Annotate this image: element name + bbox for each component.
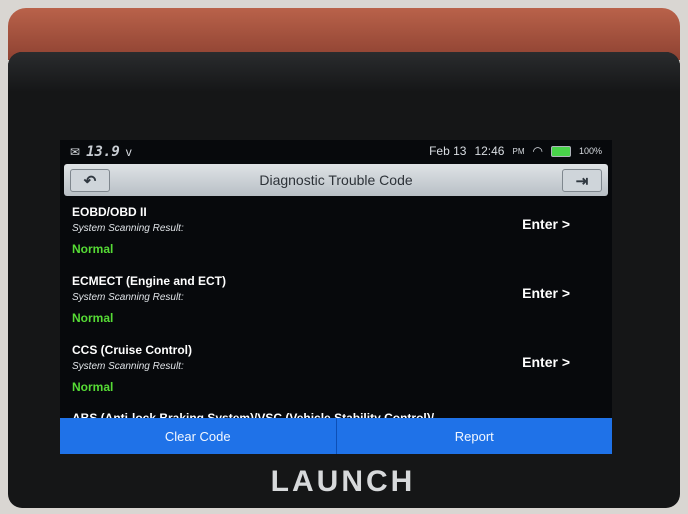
system-scan-label: System Scanning Result: [72, 292, 184, 303]
bottom-action-bar: Clear Code Report [60, 418, 612, 454]
status-time: 12:46 [474, 144, 505, 158]
system-scan-result: Normal [72, 380, 114, 394]
system-scan-result: Normal [72, 242, 114, 256]
battery-voltage: 13.9 [86, 144, 120, 160]
title-bar: ↶ Diagnostic Trouble Code ⇥ [64, 164, 608, 196]
page-title: Diagnostic Trouble Code [259, 172, 413, 188]
system-item-eobd[interactable]: EOBD/OBD II System Scanning Result: Norm… [60, 198, 612, 267]
exit-button[interactable]: ⇥ [562, 169, 602, 192]
status-date: Feb 13 [429, 144, 467, 158]
system-name: EOBD/OBD II [72, 205, 147, 219]
system-scan-label: System Scanning Result: [72, 361, 184, 372]
system-name: CCS (Cruise Control) [72, 343, 192, 357]
status-bar: ✉ 13.9 v Feb 13 12:46 PM ◠ 100% [60, 140, 612, 162]
device-bezel-edge [8, 52, 680, 92]
wifi-icon: ◠ [532, 144, 543, 158]
enter-button[interactable]: Enter > [522, 216, 570, 232]
tablet-screen: ✉ 13.9 v Feb 13 12:46 PM ◠ 100% ↶ Diagno… [60, 140, 612, 454]
system-name: ECMECT (Engine and ECT) [72, 274, 226, 288]
battery-icon [550, 145, 571, 157]
clear-code-button[interactable]: Clear Code [60, 418, 337, 454]
voltage-unit: v [125, 145, 132, 159]
system-scan-result: Normal [72, 311, 114, 325]
battery-percent: 100% [578, 146, 602, 156]
system-item-ccs[interactable]: CCS (Cruise Control) System Scanning Res… [60, 336, 612, 405]
enter-button[interactable]: Enter > [522, 285, 570, 301]
report-button[interactable]: Report [336, 418, 612, 454]
launch-logo: LAUNCH [270, 465, 416, 498]
status-ampm: PM [512, 146, 525, 156]
system-list: EOBD/OBD II System Scanning Result: Norm… [60, 198, 612, 405]
exit-icon: ⇥ [575, 172, 589, 190]
message-icon: ✉ [70, 145, 81, 159]
system-scan-label: System Scanning Result: [72, 223, 184, 234]
enter-button[interactable]: Enter > [522, 354, 570, 370]
system-item-ecmect[interactable]: ECMECT (Engine and ECT) System Scanning … [60, 267, 612, 336]
